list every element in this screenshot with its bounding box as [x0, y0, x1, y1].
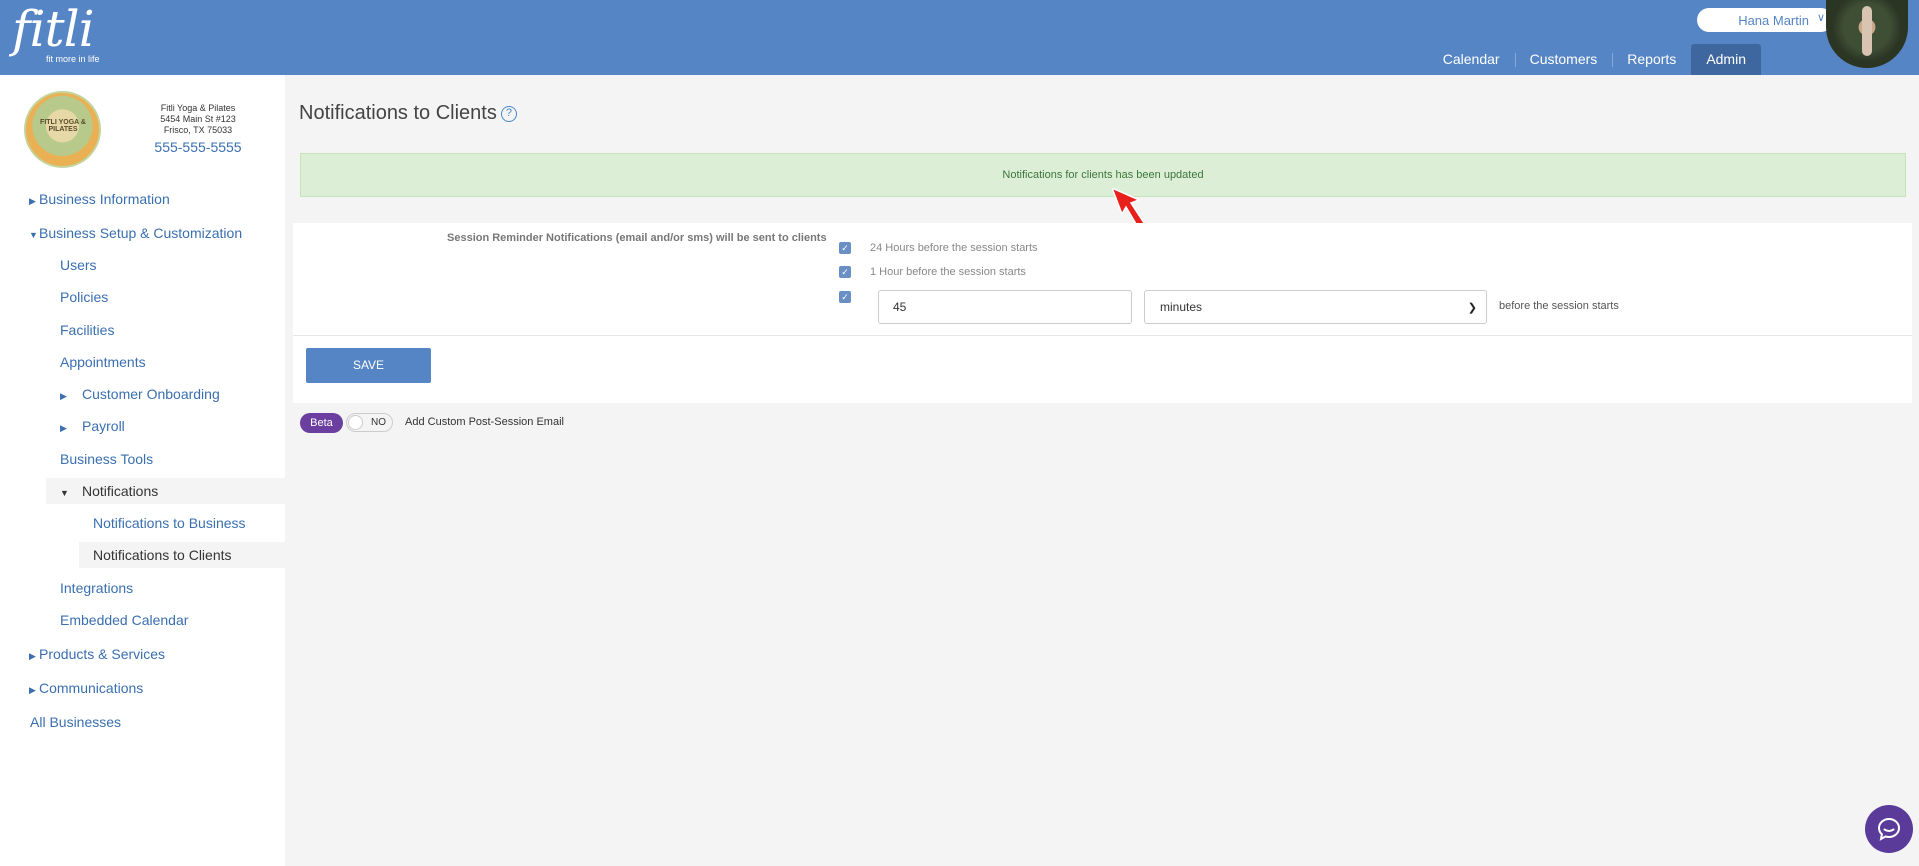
page-title: Notifications to Clients?	[299, 102, 517, 125]
checkbox-24-hours[interactable]: ✓	[839, 242, 851, 254]
business-logo: FITLI YOGA & PILATES	[24, 91, 101, 168]
checkbox-1-hour[interactable]: ✓	[839, 266, 851, 278]
logo-word: fitli	[12, 0, 95, 58]
business-name: Fitli Yoga & Pilates	[160, 103, 236, 113]
time-unit-select[interactable]: minutes ❯	[1144, 290, 1487, 324]
logo-tagline: fit more in life	[46, 54, 100, 64]
custom-time-input[interactable]: 45	[878, 290, 1132, 324]
help-icon[interactable]: ?	[500, 106, 517, 122]
sidebar-item-notifications-to-clients[interactable]: Notifications to Clients	[79, 542, 285, 568]
top-header: fitli fit more in life Hana Martin ∨ Cal…	[0, 0, 1919, 75]
caret-right-icon: ▶	[60, 391, 67, 401]
nav-customers[interactable]: Customers	[1514, 44, 1613, 75]
caret-down-icon: ▼	[29, 230, 38, 240]
sidebar-item-notifications[interactable]: ▼ Notifications	[46, 478, 285, 504]
toggle-knob	[348, 415, 363, 430]
sidebar-item-business-information[interactable]: ▶ Business Information	[29, 186, 170, 212]
save-button[interactable]: SAVE	[306, 348, 431, 383]
nav-calendar[interactable]: Calendar	[1428, 44, 1515, 75]
nav-admin[interactable]: Admin	[1691, 44, 1761, 75]
page-title-text: Notifications to Clients	[299, 102, 497, 124]
main-nav: Calendar Customers Reports Admin	[1428, 44, 1761, 75]
divider	[293, 335, 1912, 336]
user-menu-button[interactable]: Hana Martin ∨	[1697, 8, 1833, 32]
chevron-down-icon: ∨	[1816, 12, 1825, 24]
sidebar-item-appointments[interactable]: Appointments	[60, 349, 146, 375]
caret-right-icon: ▶	[60, 423, 67, 433]
sidebar-item-policies[interactable]: Policies	[60, 284, 108, 310]
reminder-label: Session Reminder Notifications (email an…	[447, 232, 827, 244]
fitli-logo[interactable]: fitli fit more in life	[12, 0, 100, 64]
business-phone[interactable]: 555-555-5555	[132, 138, 264, 156]
beta-badge: Beta	[300, 413, 343, 433]
custom-time-suffix: before the session starts	[1499, 300, 1619, 312]
custom-email-toggle[interactable]: NO	[346, 413, 393, 432]
custom-email-label: Add Custom Post-Session Email	[405, 416, 564, 428]
checkbox-24-hours-label: 24 Hours before the session starts	[870, 242, 1038, 254]
user-name: Hana Martin	[1738, 12, 1809, 28]
business-info: Fitli Yoga & Pilates 5454 Main St #123 F…	[132, 103, 264, 156]
sidebar-item-all-businesses[interactable]: All Businesses	[30, 709, 121, 735]
chat-button[interactable]	[1865, 805, 1913, 853]
sidebar: FITLI YOGA & PILATES Fitli Yoga & Pilate…	[0, 75, 285, 866]
sidebar-item-integrations[interactable]: Integrations	[60, 575, 133, 601]
sidebar-item-products-services[interactable]: ▶ Products & Services	[29, 641, 165, 667]
sidebar-item-payroll[interactable]: ▶ Payroll	[60, 413, 125, 439]
business-address-line2: Frisco, TX 75033	[163, 125, 233, 135]
sidebar-item-embedded-calendar[interactable]: Embedded Calendar	[60, 607, 188, 633]
caret-right-icon: ▶	[29, 196, 36, 206]
time-unit-value: minutes	[1160, 300, 1203, 314]
checkbox-1-hour-label: 1 Hour before the session starts	[870, 266, 1026, 278]
chat-icon	[1877, 817, 1901, 841]
avatar[interactable]	[1826, 0, 1908, 68]
sidebar-item-facilities[interactable]: Facilities	[60, 317, 114, 343]
business-address-line1: 5454 Main St #123	[160, 114, 236, 124]
sidebar-item-business-setup[interactable]: ▼Business Setup & Customization	[29, 220, 242, 246]
sidebar-item-notifications-to-business[interactable]: Notifications to Business	[93, 510, 246, 536]
caret-down-icon: ▼	[60, 488, 69, 498]
chevron-down-icon: ❯	[1467, 302, 1477, 314]
toggle-state: NO	[371, 417, 386, 428]
sidebar-item-customer-onboarding[interactable]: ▶ Customer Onboarding	[60, 381, 220, 407]
business-logo-text: FITLI YOGA & PILATES	[40, 119, 86, 133]
sidebar-item-communications[interactable]: ▶ Communications	[29, 675, 143, 701]
sidebar-item-users[interactable]: Users	[60, 252, 97, 278]
caret-right-icon: ▶	[29, 685, 36, 695]
sidebar-item-business-tools[interactable]: Business Tools	[60, 446, 153, 472]
caret-right-icon: ▶	[29, 651, 36, 661]
nav-reports[interactable]: Reports	[1612, 44, 1691, 75]
checkbox-custom-time[interactable]: ✓	[839, 291, 851, 303]
success-alert: Notifications for clients has been updat…	[300, 153, 1906, 197]
